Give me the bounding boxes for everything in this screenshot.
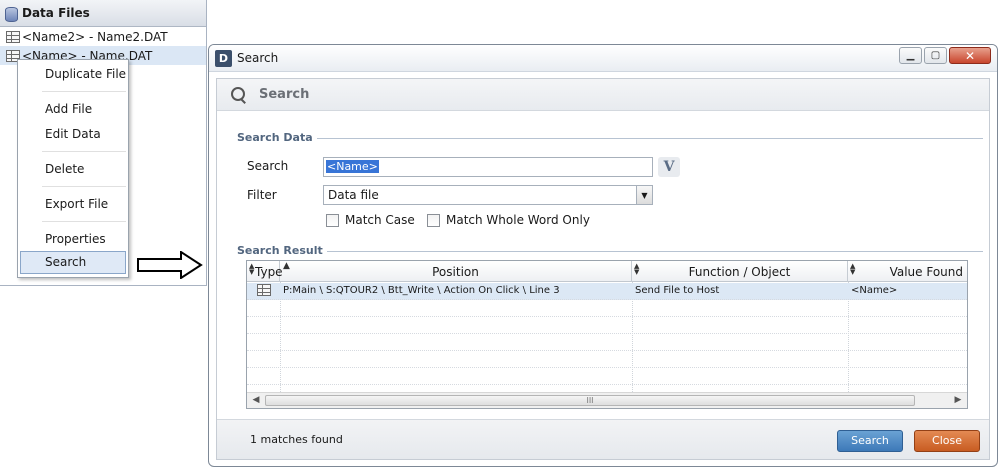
tree-item-name2[interactable]: <Name2> - Name2.DAT [0,27,206,46]
column-label: Position [432,264,479,279]
column-label: Function / Object [688,264,791,279]
search-input-value: <Name> [326,160,379,173]
minimize-icon: ▁ [906,50,915,61]
variable-button[interactable]: V [658,157,680,177]
match-case-label: Match Case [345,213,415,227]
results-grid: ▲ ▼ Type ▲ Position ▲ ▼ Function / Object … [246,260,968,409]
match-whole-word-option[interactable]: Match Whole Word Only [427,213,590,227]
menu-separator [42,186,126,187]
data-file-icon [257,284,271,296]
column-label: Type [255,264,283,279]
dialog-content: Search Search Data Search <Name> V Filte… [216,78,990,460]
maximize-icon: ▢ [930,50,941,61]
filter-label: Filter [247,188,277,202]
search-button[interactable]: Search [837,430,903,452]
dropdown-arrow-icon[interactable]: ▼ [636,186,652,204]
menu-separator [42,221,126,222]
table-row-empty [247,368,967,385]
filter-select[interactable]: Data file ▼ [323,185,653,205]
sort-icon: ▲ ▼ [249,262,255,276]
close-icon: ✕ [964,48,976,63]
column-label: Value Found [889,264,963,279]
column-function-object[interactable]: ▲ ▼ Function / Object [632,261,848,282]
dialog-banner: Search [217,79,989,111]
menu-item-delete[interactable]: Delete [45,162,84,176]
context-menu: Duplicate File Add File Edit Data Delete… [17,59,129,278]
cell-value: <Name> [851,285,898,296]
table-row-empty [247,351,967,368]
menu-item-search[interactable]: Search [20,251,126,274]
sort-ascending-icon: ▲ [283,261,290,271]
sort-icon: ▲ ▼ [850,262,856,276]
tree-item-label: <Name2> - Name2.DAT [22,29,168,44]
section-search-data: Search Data [237,131,983,145]
match-whole-word-label: Match Whole Word Only [446,213,590,227]
table-row-empty [247,317,967,334]
data-file-icon [6,30,20,43]
menu-item-add-file[interactable]: Add File [45,102,92,116]
scrollbar-thumb[interactable]: III [265,395,915,406]
section-search-result: Search Result [237,244,983,258]
scroll-left-icon[interactable]: ◀ [249,395,263,406]
database-icon [4,6,18,22]
dialog-footer: 1 matches found Search Close [217,419,989,459]
menu-item-export-file[interactable]: Export File [45,197,108,211]
right-arrow-icon [137,251,203,279]
search-icon [231,86,247,103]
column-position[interactable]: ▲ Position [280,261,632,282]
table-row-empty [247,300,967,317]
match-case-checkbox[interactable] [326,213,339,227]
menu-item-properties[interactable]: Properties [45,232,106,246]
table-row-empty [247,334,967,351]
maximize-button[interactable]: ▢ [924,47,947,64]
section-label: Search Result [237,244,327,257]
match-whole-word-checkbox[interactable] [427,213,440,227]
section-label: Search Data [237,131,317,144]
menu-separator [42,151,126,152]
filter-value: Data file [328,188,379,202]
column-value-found[interactable]: ▲ ▼ Value Found [848,261,967,282]
status-text: 1 matches found [250,433,343,446]
search-label: Search [247,159,289,173]
match-case-option[interactable]: Match Case [326,213,415,227]
sort-icon: ▲ ▼ [634,262,640,276]
data-files-header: Data Files [0,0,206,27]
menu-separator [42,91,126,92]
close-window-button[interactable]: ✕ [949,47,991,64]
table-row[interactable]: P:Main \ S:QTOUR2 \ Btt_Write \ Action O… [247,283,967,300]
banner-title: Search [259,87,310,102]
horizontal-scrollbar[interactable]: ◀ III ▶ [247,392,967,408]
grid-header: ▲ ▼ Type ▲ Position ▲ ▼ Function / Object … [247,261,967,282]
search-dialog: D Search ▁ ▢ ✕ Search Search Data Search… [208,44,998,467]
minimize-button[interactable]: ▁ [899,47,922,64]
cell-function: Send File to Host [635,285,720,296]
dialog-title: Search [237,51,279,65]
cell-position: P:Main \ S:QTOUR2 \ Btt_Write \ Action O… [283,285,560,296]
menu-item-edit-data[interactable]: Edit Data [45,127,101,141]
scroll-right-icon[interactable]: ▶ [951,395,965,406]
app-logo-icon: D [215,49,232,67]
search-input[interactable]: <Name> [323,157,653,177]
data-files-title: Data Files [22,6,90,20]
close-button[interactable]: Close [914,430,980,452]
column-type[interactable]: ▲ ▼ Type [247,261,283,282]
menu-item-duplicate-file[interactable]: Duplicate File [45,67,126,81]
window-controls: ▁ ▢ ✕ [899,47,991,64]
dialog-titlebar[interactable]: D Search ▁ ▢ ✕ [209,45,997,72]
